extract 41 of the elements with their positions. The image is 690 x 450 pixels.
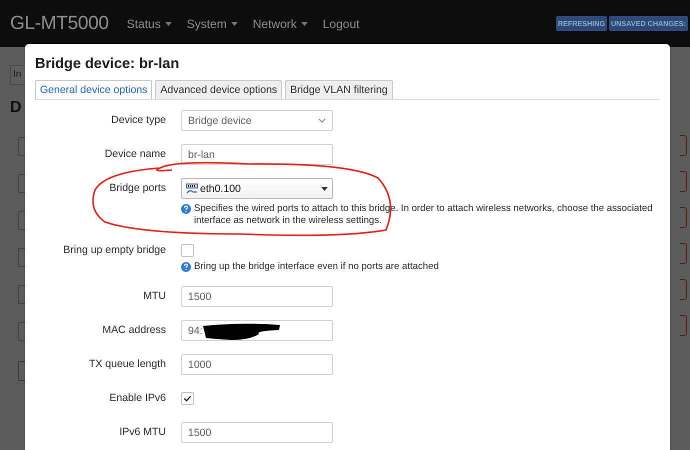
help-icon: [181, 262, 191, 272]
field-label: Device name: [104, 147, 166, 162]
page-button[interactable]: [680, 243, 687, 264]
page-button[interactable]: [680, 135, 687, 156]
input-field[interactable]: 1500: [181, 422, 333, 443]
select-field[interactable]: Bridge device: [181, 110, 333, 131]
page-heading: D: [10, 99, 23, 117]
page-button[interactable]: [680, 315, 687, 336]
menu-item[interactable]: Network: [252, 16, 308, 30]
help-text: Bring up the bridge interface even if no ports are attached: [194, 261, 439, 273]
menu-item[interactable]: System: [186, 16, 238, 30]
input-field[interactable]: 1500: [181, 286, 333, 307]
check-icon: [183, 394, 192, 403]
page-button[interactable]: [680, 279, 687, 300]
field-label: MTU: [142, 289, 166, 304]
field-label: MAC address: [101, 323, 166, 338]
field-label: Enable IPv6: [108, 391, 166, 406]
network-port-icon: [186, 182, 198, 194]
tab[interactable]: Bridge VLAN filtering: [285, 80, 393, 99]
field-label: IPv6 MTU: [118, 425, 166, 440]
input-field[interactable]: 1000: [181, 354, 333, 375]
menu-item[interactable]: Status: [126, 16, 172, 30]
input-field[interactable]: 94:: [181, 320, 333, 341]
checkbox[interactable]: [181, 392, 194, 405]
checkbox[interactable]: [181, 244, 194, 257]
brand-logo[interactable]: GL-MT5000: [10, 12, 109, 34]
field-label: Bring up empty bridge: [62, 243, 166, 258]
tab[interactable]: General device options: [35, 80, 152, 99]
field-label: TX queue length: [88, 357, 166, 372]
field-label: Device type: [110, 113, 166, 128]
page-button[interactable]: [680, 207, 687, 228]
modal-title: Bridge device: br-lan: [35, 56, 180, 72]
tab[interactable]: Advanced device options: [155, 80, 282, 99]
caret-icon: [321, 186, 328, 190]
menu-item[interactable]: Logout: [322, 16, 360, 30]
dropdown-field[interactable]: eth0.100: [181, 178, 333, 199]
field-label: Bridge ports: [108, 181, 166, 196]
chevron-icon: [318, 118, 326, 123]
input-field[interactable]: br-lan: [181, 144, 333, 165]
page-button[interactable]: [680, 171, 687, 192]
help-icon: [181, 204, 191, 214]
